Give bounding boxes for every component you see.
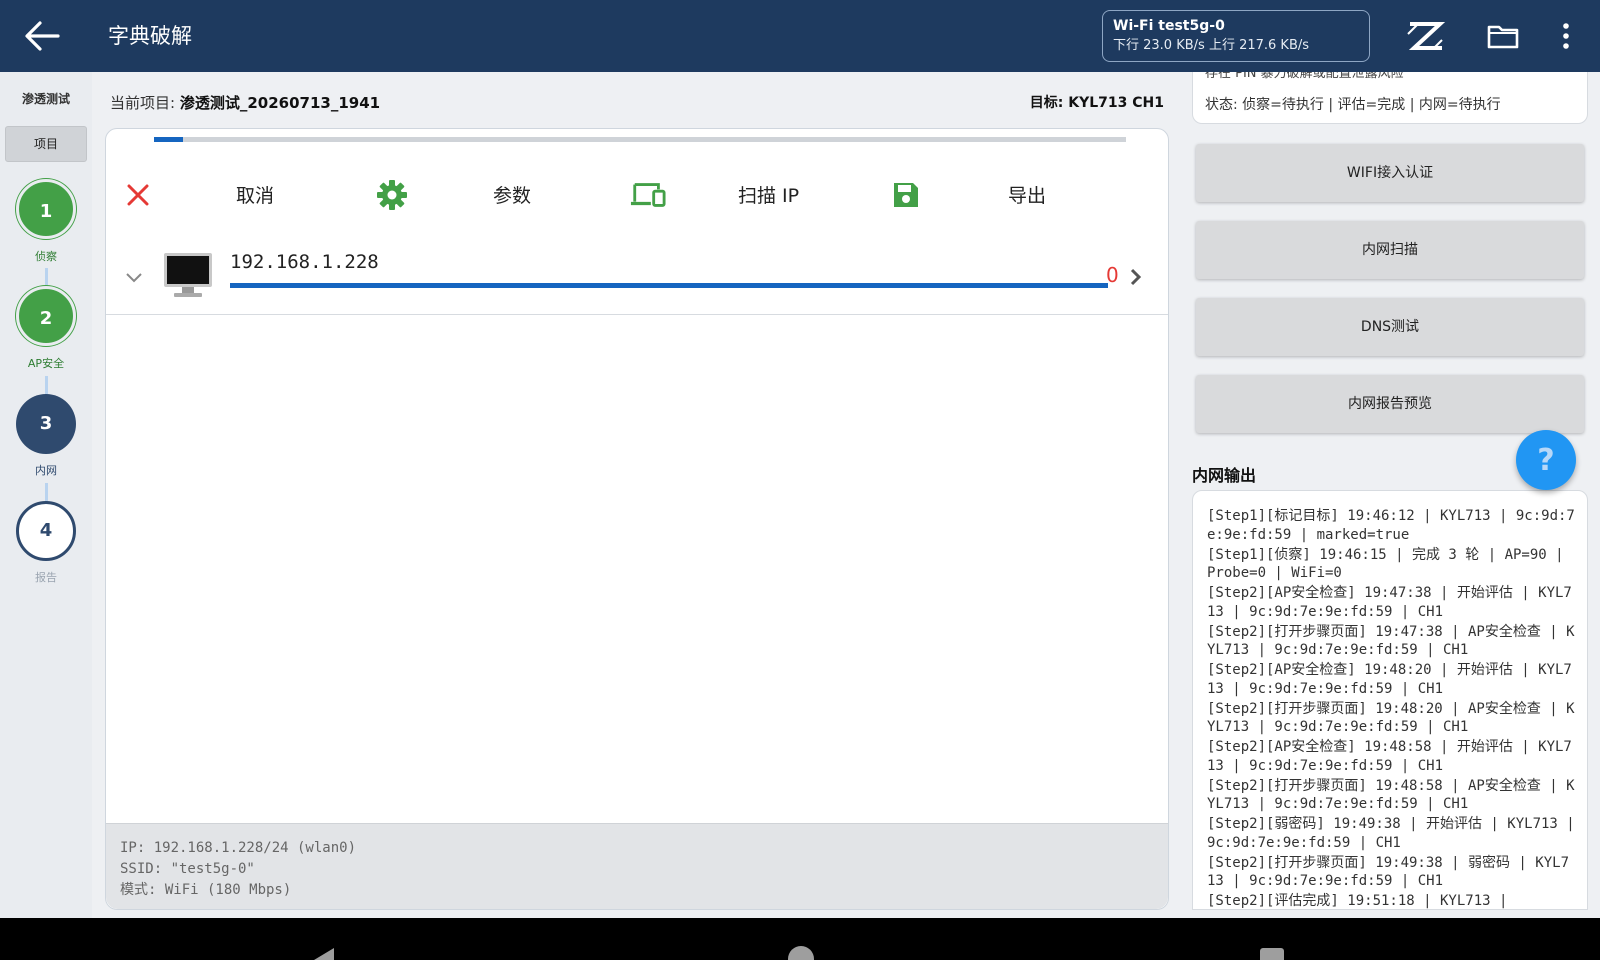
devices-icon[interactable] (630, 175, 666, 215)
project-tab[interactable]: 项目 (5, 126, 87, 162)
page-title: 字典破解 (108, 24, 192, 48)
status-text: 状态: 侦察=待执行 | 评估=完成 | 内网=待执行 (1205, 97, 1501, 113)
rail-title: 渗透测试 (21, 92, 70, 106)
step-label: 报告 (35, 571, 57, 584)
scan-ip-button[interactable]: 扫描 IP (738, 181, 799, 208)
host-row[interactable]: 192.168.1.228 0 (106, 241, 1168, 315)
log-line: [Step2][打开步骤页面] 19:47:38 | AP安全检查 | KYL7… (1207, 623, 1575, 659)
nav-recents-icon[interactable] (1260, 948, 1284, 960)
save-icon[interactable] (888, 175, 924, 215)
log-line: [Step2][AP安全检查] 19:48:58 | 开始评估 | KYL713… (1207, 739, 1572, 774)
wifi-speed: 下行 23.0 KB/s 上行 217.6 KB/s (1113, 38, 1310, 53)
settings-gear-icon[interactable] (374, 175, 410, 215)
host-progress-bar (230, 283, 1108, 288)
dns-test-button[interactable]: DNS测试 (1196, 298, 1584, 356)
info-ip: IP: 192.168.1.228/24 (wlan0) (120, 840, 357, 856)
params-button[interactable]: 参数 (493, 181, 531, 208)
log-line: [Step2][评估完成] 19:51:18 | KYL713 | (1207, 893, 1508, 909)
cancel-icon[interactable] (120, 175, 156, 215)
log-line: [Step2][弱密码] 19:49:38 | 开始评估 | KYL713 | … (1207, 816, 1575, 851)
step-label: AP安全 (27, 357, 65, 370)
status-card: 存在 PIN 暴力破解或配置泄露风险 状态: 侦察=待执行 | 评估=完成 | … (1192, 72, 1588, 124)
chevron-down-icon[interactable] (124, 267, 144, 287)
log-line: [Step1][标记目标] 19:46:12 | KYL713 | 9c:9d:… (1207, 508, 1575, 543)
monitor-icon (162, 251, 214, 299)
log-line: [Step2][AP安全检查] 19:48:20 | 开始评估 | KYL713… (1207, 662, 1572, 697)
project-label: 当前项目: (110, 94, 176, 112)
help-question-icon: ? (1537, 443, 1554, 478)
app-bar: 字典破解 Wi-Fi test5g-0 下行 23.0 KB/s 上行 217.… (0, 0, 1600, 72)
status-clipped-text: 存在 PIN 暴力破解或配置泄露风险 (1205, 72, 1404, 81)
step-4-report[interactable]: 4 (16, 501, 76, 561)
output-title: 内网输出 (1192, 466, 1257, 485)
step-label: 内网 (35, 464, 57, 477)
scan-progress-bar (154, 137, 1126, 142)
system-nav-bar (0, 918, 1600, 960)
target-label: 目标: KYL713 CH1 (1029, 95, 1164, 111)
back-arrow-icon[interactable] (20, 16, 64, 56)
info-mode: 模式: WiFi (180 Mbps) (120, 882, 292, 898)
scan-progress-fill (154, 137, 184, 142)
network-info-box: IP: 192.168.1.228/24 (wlan0) SSID: "test… (106, 823, 1168, 909)
chevron-right-icon[interactable] (1128, 267, 1144, 287)
z-logo-icon[interactable] (1404, 18, 1448, 54)
nav-home-icon[interactable] (788, 946, 814, 960)
wifi-auth-button[interactable]: WIFI接入认证 (1196, 144, 1584, 202)
cancel-button[interactable]: 取消 (236, 181, 274, 208)
step-1-recon[interactable]: 1 (16, 179, 76, 239)
log-line: [Step2][打开步骤页面] 19:48:58 | AP安全检查 | KYL7… (1207, 777, 1575, 813)
step-rail: 渗透测试 项目 1 侦察 2 AP安全 3 内网 4 报告 (0, 72, 92, 918)
log-line: [Step2][AP安全检查] 19:47:38 | 开始评估 | KYL713… (1207, 585, 1572, 620)
help-button[interactable]: ? (1516, 430, 1576, 490)
more-vert-icon[interactable] (1556, 18, 1576, 54)
log-line: [Step2][打开步骤页面] 19:48:20 | AP安全检查 | KYL7… (1207, 700, 1575, 736)
report-preview-button[interactable]: 内网报告预览 (1196, 375, 1584, 433)
folder-icon[interactable] (1486, 20, 1520, 52)
wifi-name: Wi-Fi test5g-0 (1113, 18, 1225, 34)
step-3-lan[interactable]: 3 (16, 394, 76, 454)
info-ssid: SSID: "test5g-0" (120, 861, 255, 877)
host-open-port-count: 0 (1106, 263, 1119, 287)
nav-back-icon[interactable] (310, 946, 340, 960)
scan-card: 取消 参数 扫描 IP 导出 192.168.1.228 0 IP: 192.1… (105, 128, 1169, 910)
step-2-ap-security[interactable]: 2 (16, 286, 76, 346)
host-ip: 192.168.1.228 (230, 251, 379, 273)
lan-scan-button[interactable]: 内网扫描 (1196, 221, 1584, 279)
project-name: 渗透测试_20260713_1941 (179, 94, 381, 112)
output-log[interactable]: [Step1][标记目标] 19:46:12 | KYL713 | 9c:9d:… (1192, 490, 1588, 910)
export-button[interactable]: 导出 (1008, 181, 1046, 208)
current-project: 当前项目: 渗透测试_20260713_1941 (110, 92, 380, 113)
log-line: [Step1][侦察] 19:46:15 | 完成 3 轮 | AP=90 | … (1207, 546, 1564, 582)
log-list: [Step1][标记目标] 19:46:12 | KYL713 | 9c:9d:… (1207, 507, 1575, 909)
wifi-status-card[interactable]: Wi-Fi test5g-0 下行 23.0 KB/s 上行 217.6 KB/… (1102, 10, 1370, 62)
step-label: 侦察 (35, 250, 57, 263)
log-line: [Step2][打开步骤页面] 19:49:38 | 弱密码 | KYL713 … (1207, 854, 1570, 890)
